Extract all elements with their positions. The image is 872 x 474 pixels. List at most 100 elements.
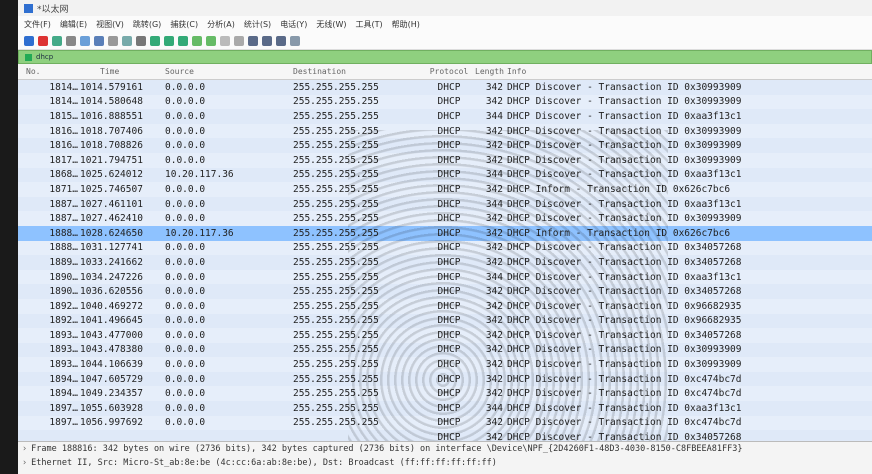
cell-dst: 255.255.255.255	[293, 110, 379, 122]
cell-proto: DHCP	[437, 359, 461, 371]
packet-list[interactable]: 1814… 1014.579161 0.0.0.0 255.255.255.255 DH…	[18, 80, 872, 445]
bookmark-filter-icon[interactable]	[25, 53, 32, 61]
menu-help[interactable]: 帮助(H)	[392, 19, 420, 30]
search-icon[interactable]	[136, 35, 146, 46]
table-row[interactable]: 1868… 1025.624012 10.20.117.36 255.255.255.…	[18, 167, 872, 183]
cell-info: DHCP Discover - Transaction ID 0x3099390…	[507, 96, 742, 108]
table-row[interactable]: 1897… 1055.603928 0.0.0.0 255.255.255.255 DH…	[18, 401, 872, 416]
menu-edit[interactable]: 编辑(E)	[60, 19, 87, 30]
display-filter-bar[interactable]: dhcp	[18, 50, 872, 64]
detail-row-frame[interactable]: › Frame 188816: 342 bytes on wire (2736 b…	[18, 442, 872, 456]
cell-proto: DHCP	[437, 140, 461, 152]
cell-len: 342	[485, 183, 503, 195]
table-row[interactable]: 1892… 1040.469272 0.0.0.0 255.255.255.255 DH…	[18, 298, 872, 314]
cell-time: 1044.106639	[80, 359, 143, 371]
cell-no: 1890…	[49, 286, 78, 298]
go-to-packet-icon[interactable]	[178, 35, 188, 46]
zoom-out-icon[interactable]	[262, 35, 272, 46]
cell-no: 1889…	[49, 256, 78, 268]
table-row[interactable]: 1887… 1027.462410 0.0.0.0 255.255.255.255 DH…	[18, 211, 872, 226]
stop-capture-icon[interactable]	[38, 35, 48, 46]
table-row[interactable]: 1890… 1034.247226 0.0.0.0 255.255.255.255 DH…	[18, 269, 872, 285]
cell-no: 1890…	[49, 271, 78, 283]
zoom-in-icon[interactable]	[248, 35, 258, 46]
menu-telephony[interactable]: 电话(Y)	[280, 19, 307, 30]
expand-arrow-icon[interactable]: ›	[22, 458, 27, 468]
cell-info: DHCP Discover - Transaction ID 0xaa3f13c…	[507, 402, 742, 414]
shark-fin-start-icon[interactable]	[24, 35, 34, 46]
save-file-icon[interactable]	[94, 35, 104, 46]
table-row[interactable]: 1893… 1043.477000 0.0.0.0 255.255.255.255 DH…	[18, 328, 872, 343]
column-info[interactable]: Info	[507, 67, 872, 76]
table-row[interactable]: 1815… 1016.888551 0.0.0.0 255.255.255.255 DH…	[18, 109, 872, 124]
cell-proto: DHCP	[437, 344, 461, 356]
cell-info: DHCP Discover - Transaction ID 0xc474bc7…	[507, 373, 742, 385]
cell-src: 0.0.0.0	[165, 256, 206, 268]
cell-info: DHCP Discover - Transaction ID 0x3099390…	[507, 344, 742, 356]
resize-columns-icon[interactable]	[290, 35, 300, 46]
cell-no: 1897…	[49, 402, 78, 414]
autoscroll-icon[interactable]	[220, 35, 230, 46]
table-row[interactable]: 1892… 1041.496645 0.0.0.0 255.255.255.255 DH…	[18, 313, 872, 329]
table-row[interactable]: 1894… 1049.234357 0.0.0.0 255.255.255.255 DH…	[18, 386, 872, 402]
table-row[interactable]: 1817… 1021.794751 0.0.0.0 255.255.255.255 DH…	[18, 152, 872, 168]
gear-icon[interactable]	[66, 35, 76, 46]
menu-analyze[interactable]: 分析(A)	[207, 19, 235, 30]
menu-tools[interactable]: 工具(T)	[355, 19, 382, 30]
table-row[interactable]: 1814… 1014.580648 0.0.0.0 255.255.255.255 DH…	[18, 94, 872, 110]
cell-dst: 255.255.255.255	[293, 388, 379, 400]
menu-capture[interactable]: 捕获(C)	[170, 19, 198, 30]
table-row[interactable]: 1894… 1047.605729 0.0.0.0 255.255.255.255 DH…	[18, 371, 872, 387]
cell-no: 1817…	[49, 154, 78, 166]
zoom-reset-icon[interactable]	[276, 35, 286, 46]
menu-go[interactable]: 跳转(G)	[133, 19, 161, 30]
go-last-icon[interactable]	[206, 35, 216, 46]
cell-dst: 255.255.255.255	[293, 198, 379, 210]
table-row[interactable]: 1871… 1025.746507 0.0.0.0 255.255.255.255 DH…	[18, 182, 872, 197]
cell-len: 342	[485, 213, 503, 225]
expand-arrow-icon[interactable]: ›	[22, 444, 27, 454]
table-row[interactable]: 1816… 1018.707406 0.0.0.0 255.255.255.255 DH…	[18, 123, 872, 139]
table-row-selected[interactable]: 1888… 1028.624650 10.20.117.36 255.255.255.…	[18, 225, 872, 241]
cell-info: DHCP Inform - Transaction ID 0x626c7bc6	[507, 227, 731, 239]
colorize-icon[interactable]	[234, 35, 244, 46]
go-forward-icon[interactable]	[164, 35, 174, 46]
close-file-icon[interactable]	[108, 35, 118, 46]
table-row[interactable]: 1890… 1036.620556 0.0.0.0 255.255.255.255 DH…	[18, 284, 872, 299]
cell-proto: DHCP	[437, 154, 461, 166]
display-filter-input[interactable]: dhcp	[36, 53, 53, 61]
cell-proto: DHCP	[437, 198, 461, 210]
menu-statistics[interactable]: 统计(S)	[244, 19, 271, 30]
column-time[interactable]: Time	[80, 67, 165, 76]
cell-proto: DHCP	[437, 242, 461, 254]
reload-icon[interactable]	[122, 35, 132, 46]
cell-dst: 255.255.255.255	[293, 300, 379, 312]
menu-wireless[interactable]: 无线(W)	[316, 19, 346, 30]
go-back-icon[interactable]	[150, 35, 160, 46]
restart-capture-icon[interactable]	[52, 35, 62, 46]
table-row[interactable]: 1893… 1044.106639 0.0.0.0 255.255.255.255 DH…	[18, 357, 872, 372]
column-protocol[interactable]: Protocol	[423, 67, 475, 76]
column-length[interactable]: Length	[475, 67, 507, 76]
table-row[interactable]: 1816… 1018.708826 0.0.0.0 255.255.255.255 DH…	[18, 138, 872, 153]
table-row[interactable]: 1887… 1027.461101 0.0.0.0 255.255.255.255 DH…	[18, 196, 872, 212]
open-file-icon[interactable]	[80, 35, 90, 46]
menu-view[interactable]: 视图(V)	[96, 19, 124, 30]
cell-time: 1040.469272	[80, 300, 143, 312]
table-row[interactable]: 1814… 1014.579161 0.0.0.0 255.255.255.255 DH…	[18, 80, 872, 95]
table-row[interactable]: 1893… 1043.478380 0.0.0.0 255.255.255.255 DH…	[18, 342, 872, 358]
column-source[interactable]: Source	[165, 67, 293, 76]
table-row[interactable]: 1888… 1031.127741 0.0.0.0 255.255.255.255 DH…	[18, 240, 872, 256]
column-no[interactable]: No.	[18, 67, 80, 76]
cell-info: DHCP Discover - Transaction ID 0x3099390…	[507, 359, 742, 371]
cell-info: DHCP Discover - Transaction ID 0x3405726…	[507, 329, 742, 341]
table-row[interactable]: 1889… 1033.241662 0.0.0.0 255.255.255.255 DH…	[18, 255, 872, 270]
table-row[interactable]: 1897… 1056.997692 0.0.0.0 255.255.255.255 DH…	[18, 415, 872, 431]
column-destination[interactable]: Destination	[293, 67, 423, 76]
cell-time: 1034.247226	[80, 271, 143, 283]
menu-file[interactable]: 文件(F)	[24, 19, 51, 30]
go-first-icon[interactable]	[192, 35, 202, 46]
detail-row-ethernet[interactable]: › Ethernet II, Src: Micro-St_ab:8e:be (4c…	[18, 456, 872, 470]
cell-proto: DHCP	[437, 169, 461, 181]
cell-len: 342	[485, 315, 503, 327]
